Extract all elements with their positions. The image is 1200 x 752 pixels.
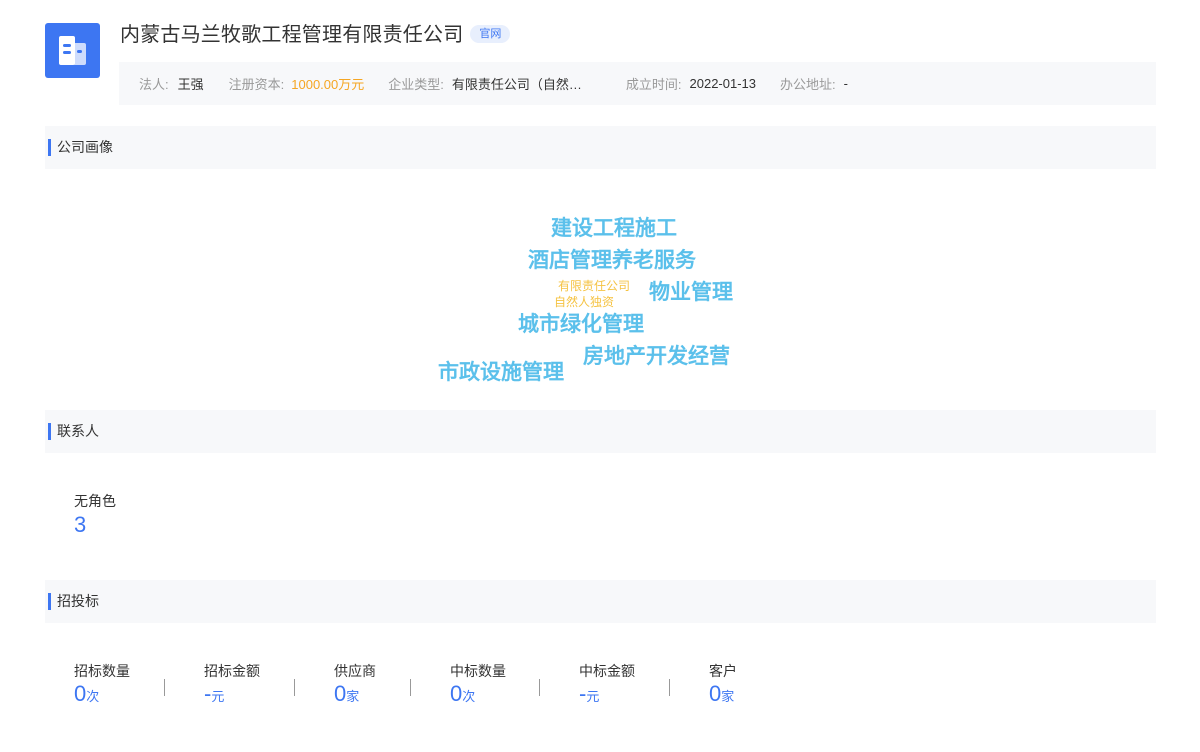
stat-label: 招标数量 — [74, 663, 130, 679]
stat-tender-amount[interactable]: 招标金额 -元 — [204, 662, 334, 707]
stat-unit: 次 — [462, 689, 476, 704]
word-cloud-item[interactable]: 城市绿化管理 — [518, 314, 644, 335]
word-cloud-item[interactable]: 房地产开发经营 — [583, 346, 730, 367]
stat-unit: 次 — [86, 689, 100, 704]
info-value: 2022-01-13 — [689, 76, 757, 91]
stat-label: 供应商 — [334, 663, 376, 679]
stat-value: 0 — [334, 681, 347, 706]
info-office-address: 办公地址: - — [780, 74, 848, 93]
section-header-portrait: 公司画像 — [45, 126, 1156, 169]
stat-label: 招标金额 — [204, 663, 260, 679]
stat-divider — [410, 679, 411, 696]
stat-customer-count[interactable]: 客户 0家 — [709, 662, 789, 707]
word-cloud-item[interactable]: 市政设施管理 — [438, 362, 564, 383]
bidding-stats: 招标数量 0次 招标金额 -元 供应商 0家 中标数量 0次 中标金额 -元 客… — [74, 662, 789, 707]
stat-award-count[interactable]: 中标数量 0次 — [450, 662, 579, 707]
stat-label: 中标金额 — [579, 663, 635, 679]
stat-unit: 元 — [586, 689, 600, 704]
stat-unit: 家 — [721, 689, 735, 704]
section-accent-bar — [48, 593, 51, 610]
section-header-contacts: 联系人 — [45, 410, 1156, 453]
contact-count[interactable]: 3 — [74, 512, 116, 538]
info-label: 办公地址: — [780, 77, 836, 92]
info-value[interactable]: 王强 — [178, 74, 204, 93]
company-logo — [45, 23, 100, 78]
stat-tender-count[interactable]: 招标数量 0次 — [74, 662, 204, 707]
stat-divider — [669, 679, 670, 696]
contact-role-label: 无角色 — [74, 493, 116, 509]
building-icon — [59, 36, 86, 65]
company-name: 内蒙古马兰牧歌工程管理有限责任公司 — [120, 23, 464, 46]
section-title: 招投标 — [57, 593, 99, 609]
section-title: 公司画像 — [57, 139, 113, 155]
stat-award-amount[interactable]: 中标金额 -元 — [579, 662, 709, 707]
info-label: 企业类型: — [388, 77, 444, 92]
info-label: 成立时间: — [625, 77, 682, 92]
section-title: 联系人 — [57, 423, 99, 439]
info-company-type: 企业类型: 有限责任公司（自然人独资） — [388, 74, 594, 93]
stat-supplier-count[interactable]: 供应商 0家 — [334, 662, 450, 707]
stat-divider — [164, 679, 165, 696]
info-bar: 法人: 王强 注册资本: 1000.00万元 企业类型: 有限责任公司（自然人独… — [119, 62, 1156, 105]
stat-unit: 元 — [211, 689, 225, 704]
contact-summary: 无角色 3 — [74, 492, 116, 538]
word-cloud-item[interactable]: 建设工程施工 — [551, 218, 677, 239]
stat-label: 客户 — [709, 663, 737, 679]
stat-divider — [294, 679, 295, 696]
info-label: 法人: — [139, 77, 169, 92]
stat-value: 0 — [74, 681, 87, 706]
official-website-tag[interactable]: 官网 — [470, 25, 511, 43]
info-label: 注册资本: — [228, 77, 285, 92]
section-header-bidding: 招投标 — [45, 580, 1156, 623]
title-row: 内蒙古马兰牧歌工程管理有限责任公司 官网 — [120, 18, 511, 46]
stat-value: 0 — [450, 681, 463, 706]
section-accent-bar — [48, 423, 51, 440]
info-legal-person: 法人: 王强 — [139, 74, 204, 93]
info-established-date: 成立时间: 2022-01-13 — [626, 74, 756, 93]
stat-divider — [539, 679, 540, 696]
word-cloud-item[interactable]: 自然人独资 — [554, 296, 614, 308]
stat-label: 中标数量 — [450, 663, 506, 679]
stat-unit: 家 — [346, 689, 360, 704]
stat-value: 0 — [709, 681, 722, 706]
word-cloud-item[interactable]: 物业管理 — [649, 282, 733, 303]
word-cloud: 建设工程施工 酒店管理养老服务 有限责任公司 自然人独资 物业管理 城市绿化管理… — [0, 170, 1200, 410]
section-accent-bar — [48, 139, 51, 156]
info-value: - — [843, 76, 848, 91]
word-cloud-item[interactable]: 酒店管理养老服务 — [528, 250, 696, 271]
word-cloud-item[interactable]: 有限责任公司 — [558, 280, 630, 292]
info-registered-capital: 注册资本: 1000.00万元 — [229, 74, 365, 93]
info-value: 有限责任公司（自然人独资） — [451, 77, 594, 92]
info-value: 1000.00万元 — [291, 77, 365, 92]
